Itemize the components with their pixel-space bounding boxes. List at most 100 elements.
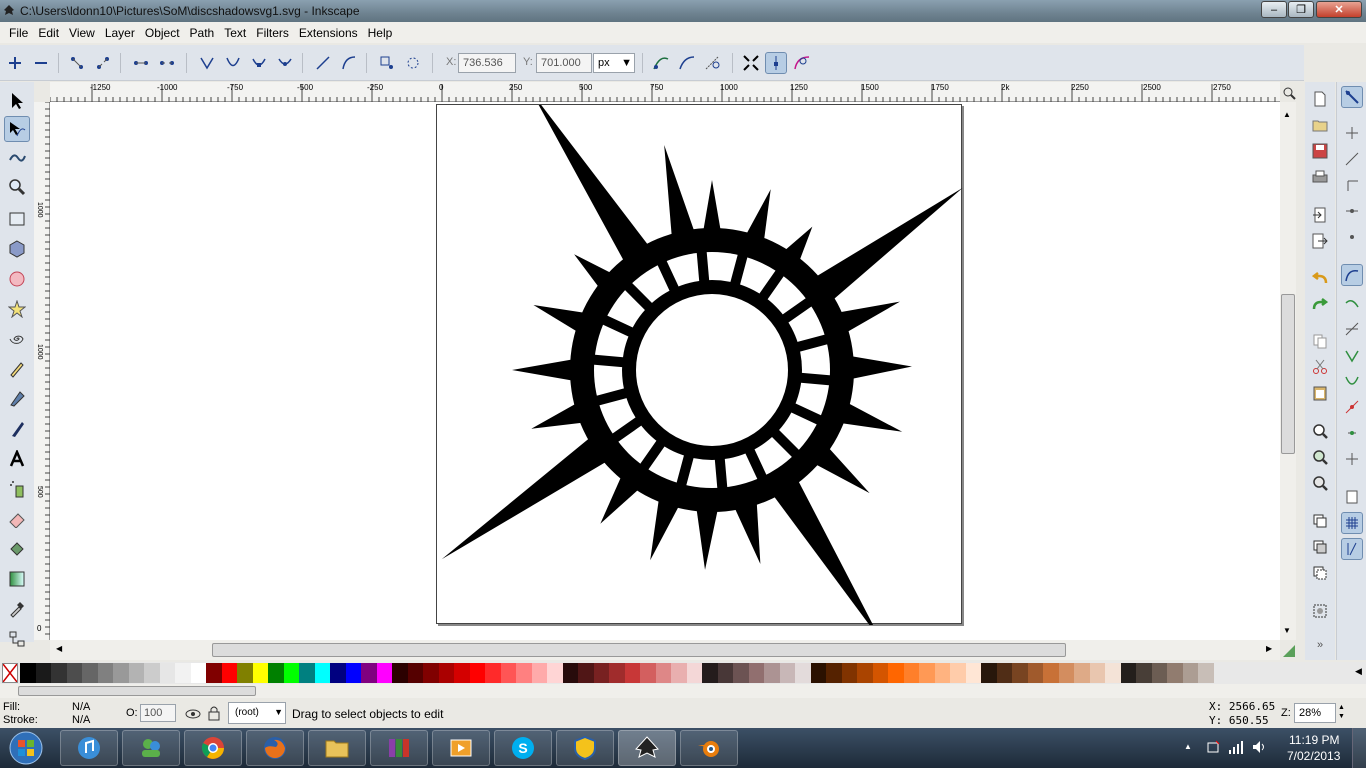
color-swatch[interactable]: [221, 663, 238, 683]
current-layer-select[interactable]: (root) ▼: [228, 702, 286, 724]
color-swatch[interactable]: [1198, 663, 1214, 683]
pen-tool[interactable]: [4, 386, 30, 412]
color-swatch[interactable]: [1136, 663, 1152, 683]
color-swatch[interactable]: [1182, 663, 1199, 683]
snap-bbox-center-button[interactable]: [1341, 226, 1363, 248]
vertical-ruler[interactable]: 1000 1000 500 0: [34, 102, 50, 640]
snap-bbox-corner-button[interactable]: [1341, 174, 1363, 196]
stroke-to-path-button[interactable]: [402, 52, 424, 74]
color-swatch[interactable]: [97, 663, 114, 683]
copy-button[interactable]: [1309, 330, 1331, 352]
menu-help[interactable]: Help: [363, 26, 398, 40]
snap-page-border-button[interactable]: [1341, 486, 1363, 508]
show-outline-button[interactable]: [791, 52, 813, 74]
color-swatch[interactable]: [175, 663, 191, 683]
color-management-icon[interactable]: [1282, 644, 1296, 658]
color-swatch[interactable]: [810, 663, 827, 683]
taskbar-blender[interactable]: [680, 730, 738, 766]
enable-snapping-button[interactable]: [1341, 86, 1363, 108]
unit-select[interactable]: px ▼: [593, 53, 635, 73]
selector-tool[interactable]: [4, 88, 30, 114]
snap-guides-button[interactable]: [1341, 538, 1363, 560]
color-swatch[interactable]: [407, 663, 424, 683]
open-button[interactable]: [1309, 114, 1331, 136]
zoom-page-button[interactable]: [1309, 472, 1331, 494]
color-swatch[interactable]: [423, 663, 439, 683]
color-swatch[interactable]: [516, 663, 532, 683]
color-swatch[interactable]: [190, 663, 207, 683]
color-swatch[interactable]: [485, 663, 501, 683]
color-swatch[interactable]: [717, 663, 734, 683]
menu-edit[interactable]: Edit: [33, 26, 64, 40]
cusp-node-button[interactable]: [196, 52, 218, 74]
color-swatch[interactable]: [66, 663, 83, 683]
horizontal-ruler[interactable]: -1250 -1000 -750 -500 -250 0 250 500 750…: [50, 82, 1280, 102]
start-button[interactable]: [6, 730, 46, 766]
color-swatch[interactable]: [779, 663, 796, 683]
scroll-down-icon[interactable]: ▼: [1283, 626, 1291, 635]
spray-tool[interactable]: [4, 476, 30, 502]
3d-box-tool[interactable]: [4, 236, 30, 262]
gradient-tool[interactable]: [4, 566, 30, 592]
smooth-node-button[interactable]: [222, 52, 244, 74]
layer-visibility-icon[interactable]: [184, 705, 202, 721]
zoom-corner-button[interactable]: [1282, 86, 1296, 100]
palette-menu-icon[interactable]: ◀: [1355, 666, 1362, 677]
action-center-icon[interactable]: [1206, 740, 1220, 754]
zoom-input[interactable]: 28%: [1294, 703, 1336, 723]
taskbar-skype[interactable]: S: [494, 730, 552, 766]
x-coordinate-input[interactable]: 736.536: [458, 53, 516, 73]
delete-segment-button[interactable]: [156, 52, 178, 74]
color-swatch[interactable]: [252, 663, 269, 683]
snap-intersections-button[interactable]: [1341, 318, 1363, 340]
taskbar-media-player[interactable]: [432, 730, 490, 766]
vertical-scroll-thumb[interactable]: [1281, 294, 1295, 454]
color-swatch[interactable]: [361, 663, 377, 683]
color-swatch[interactable]: [1089, 663, 1106, 683]
minimize-button[interactable]: –: [1261, 1, 1287, 18]
palette-scrollbar[interactable]: [0, 684, 1366, 698]
fill-value[interactable]: N/A: [72, 701, 90, 713]
color-swatch[interactable]: [748, 663, 765, 683]
color-swatch[interactable]: [330, 663, 346, 683]
color-swatch[interactable]: [1058, 663, 1075, 683]
snap-paths-button[interactable]: [1341, 292, 1363, 314]
color-swatch[interactable]: [1105, 663, 1121, 683]
vertical-scrollbar[interactable]: ▲ ▼: [1280, 102, 1296, 640]
more-commands-chevron-icon[interactable]: »: [1309, 634, 1331, 656]
paste-button[interactable]: [1309, 382, 1331, 404]
color-swatch[interactable]: [795, 663, 811, 683]
page-area[interactable]: [436, 93, 963, 642]
color-swatch[interactable]: [640, 663, 656, 683]
delete-node-button[interactable]: [30, 52, 52, 74]
color-swatch[interactable]: [82, 663, 98, 683]
color-swatch[interactable]: [376, 663, 393, 683]
scroll-up-icon[interactable]: ▲: [1283, 110, 1291, 119]
symmetric-node-button[interactable]: [248, 52, 270, 74]
sun-emblem-drawing[interactable]: [437, 93, 963, 642]
clock-time[interactable]: 11:19 PM: [1289, 733, 1339, 747]
color-swatch[interactable]: [888, 663, 904, 683]
show-handles-button[interactable]: [765, 52, 787, 74]
color-swatch[interactable]: [841, 663, 858, 683]
clone-button[interactable]: [1309, 536, 1331, 558]
color-swatch[interactable]: [702, 663, 718, 683]
color-swatch[interactable]: [454, 663, 470, 683]
paint-bucket-tool[interactable]: [4, 536, 30, 562]
no-paint-swatch[interactable]: [2, 663, 18, 683]
taskbar-chrome[interactable]: [184, 730, 242, 766]
calligraphy-tool[interactable]: [4, 416, 30, 442]
zoom-drawing-button[interactable]: [1309, 446, 1331, 468]
taskbar-inkscape[interactable]: [618, 730, 676, 766]
snap-grid-button[interactable]: [1341, 512, 1363, 534]
snap-bbox-edge-button[interactable]: [1341, 148, 1363, 170]
menu-object[interactable]: Object: [140, 26, 185, 40]
color-swatch[interactable]: [826, 663, 842, 683]
menu-text[interactable]: Text: [219, 26, 251, 40]
color-swatch[interactable]: [996, 663, 1013, 683]
show-hidden-icons-icon[interactable]: ▲: [1184, 742, 1192, 751]
text-tool[interactable]: [4, 446, 30, 472]
layer-lock-icon[interactable]: [207, 705, 221, 721]
color-swatch[interactable]: [609, 663, 625, 683]
join-nodes-button[interactable]: [66, 52, 88, 74]
